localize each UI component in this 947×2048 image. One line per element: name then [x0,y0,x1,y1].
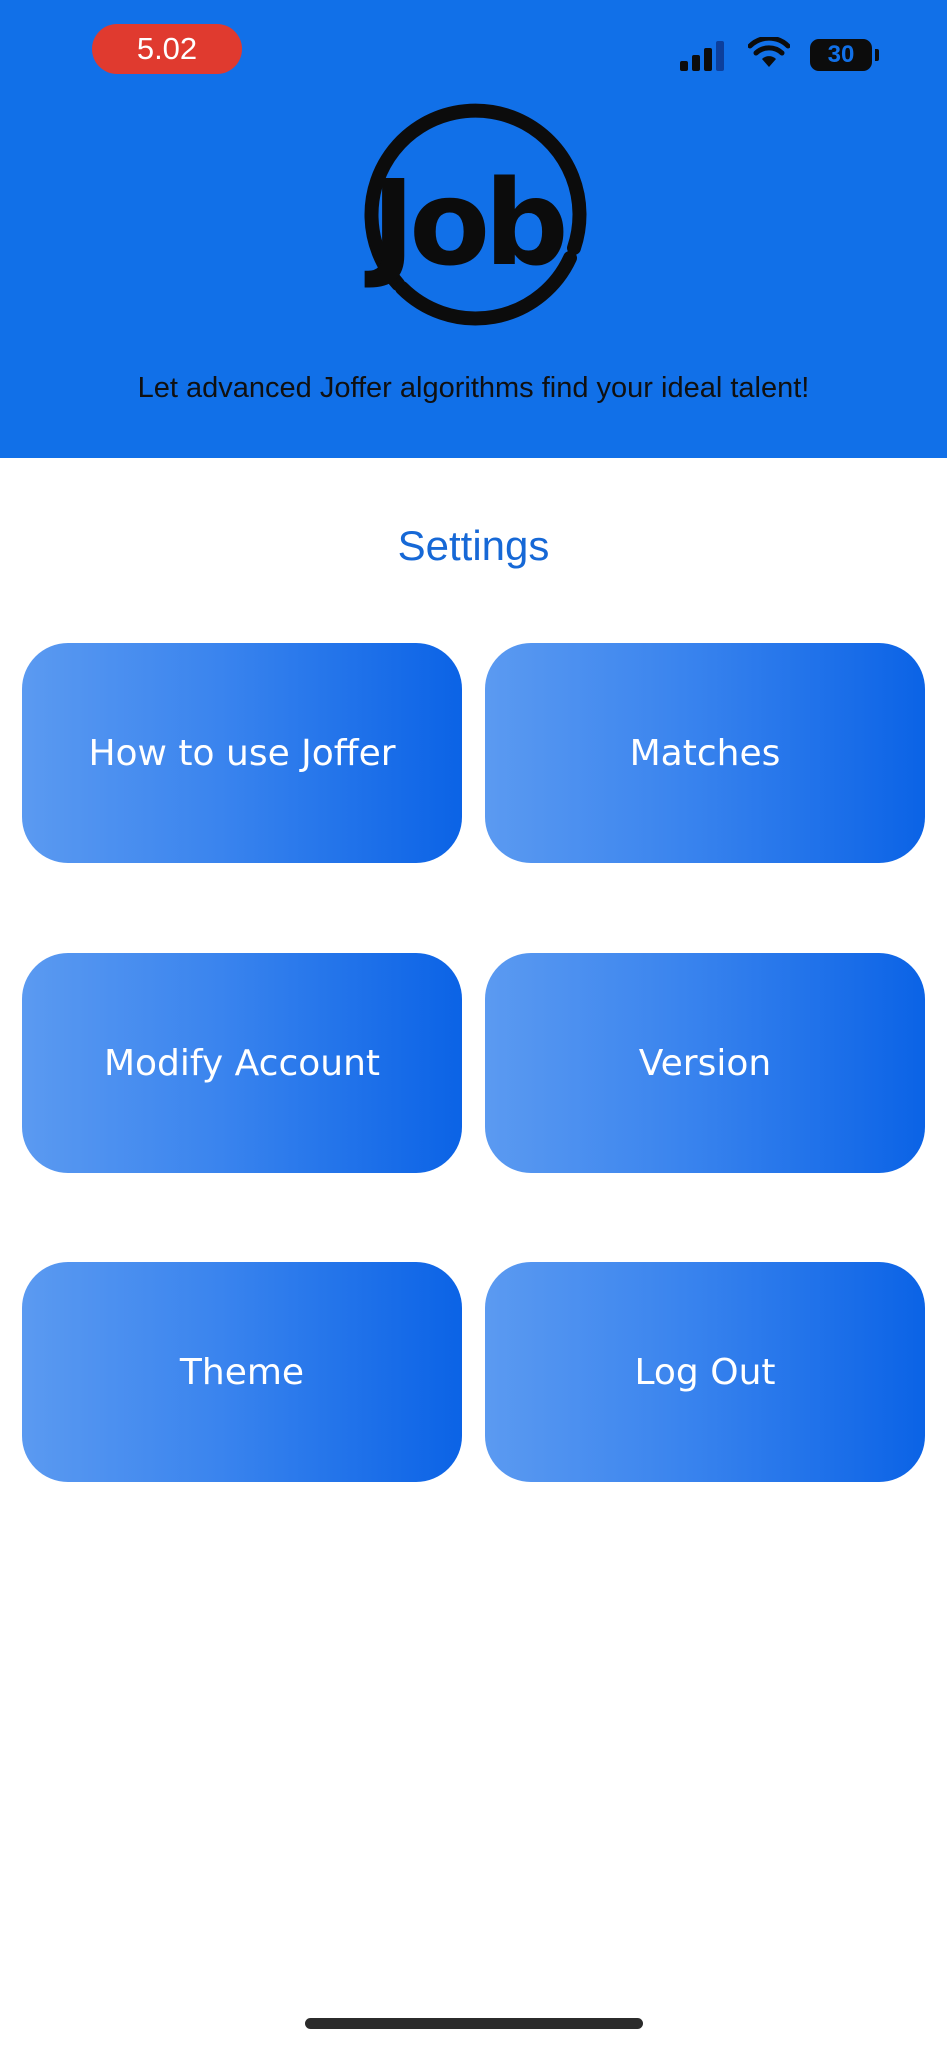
version-button[interactable]: Version [485,953,925,1173]
logo-text: Job [371,154,568,292]
home-indicator[interactable] [305,2018,643,2029]
tagline: Let advanced Joffer algorithms find your… [137,372,810,404]
job-logo: Job [342,98,592,348]
theme-button[interactable]: Theme [22,1262,462,1482]
settings-screen: 5.02 30 Job Let advanced Joffer algorith… [0,0,947,2048]
page-title: Settings [397,522,550,569]
signal-icon [680,39,728,71]
battery-icon: 30 [810,39,872,71]
log-out-button[interactable]: Log Out [485,1262,925,1482]
status-icons: 30 [680,35,879,74]
battery-cap [875,49,879,61]
how-to-use-button[interactable]: How to use Joffer [22,643,462,863]
wifi-icon [747,35,791,74]
battery-level: 30 [827,41,855,68]
status-time: 5.02 [92,24,242,74]
header: 5.02 30 Job Let advanced Joffer algorith… [0,0,947,458]
modify-account-button[interactable]: Modify Account [22,953,462,1173]
matches-button[interactable]: Matches [485,643,925,863]
